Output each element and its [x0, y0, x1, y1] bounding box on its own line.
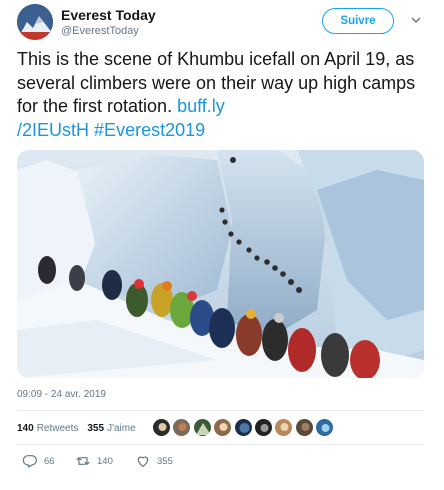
retweets-stat[interactable]: 140 Retweets — [17, 423, 78, 434]
retweets-label: Retweets — [36, 422, 79, 434]
liker-avatar[interactable] — [294, 418, 314, 437]
tweet-link-part2[interactable]: /2IEUstH — [17, 120, 89, 140]
liker-avatar[interactable] — [253, 418, 273, 437]
author-handle[interactable]: @EverestToday — [61, 25, 139, 37]
retweet-icon — [76, 457, 90, 465]
reply-icon — [22, 455, 37, 468]
liker-avatar[interactable] — [274, 418, 294, 437]
tweet-link-part1[interactable]: buff.ly — [177, 96, 225, 116]
reply-count: 66 — [44, 455, 55, 467]
likes-label: J'aime — [107, 422, 136, 434]
liker-avatar[interactable] — [192, 418, 212, 437]
author-display-name[interactable]: Everest Today — [61, 7, 156, 23]
tweet-text: This is the scene of Khumbu icefall on A… — [17, 48, 431, 142]
like-count: 355 — [157, 455, 173, 467]
divider — [17, 410, 424, 411]
like-button[interactable]: 355 — [135, 453, 173, 469]
tweet-photo[interactable] — [17, 150, 424, 378]
retweet-count: 140 — [97, 455, 113, 467]
retweet-button[interactable]: 140 — [75, 453, 113, 469]
liker-avatar[interactable] — [315, 418, 335, 437]
heart-icon — [137, 456, 149, 467]
likes-count: 355 — [87, 422, 105, 434]
reply-button[interactable]: 66 — [22, 453, 55, 469]
liker-avatar[interactable] — [152, 418, 171, 437]
divider — [17, 444, 424, 445]
tweet-stats: 140 Retweets 355 J'aime — [17, 417, 145, 439]
chevron-down-icon[interactable] — [409, 13, 423, 27]
liker-avatar[interactable] — [213, 418, 233, 437]
avatar[interactable] — [17, 4, 53, 40]
liker-avatar[interactable] — [233, 418, 253, 437]
likes-stat[interactable]: 355 J'aime — [87, 423, 135, 434]
tweet-timestamp[interactable]: 09:09 - 24 avr. 2019 — [17, 389, 106, 400]
tweet-header: Everest Today @EverestToday Suivre — [17, 4, 429, 40]
liker-avatar[interactable] — [172, 418, 192, 437]
follow-button[interactable]: Suivre — [322, 8, 394, 34]
tweet-hashtag[interactable]: #Everest2019 — [94, 120, 205, 140]
retweets-count: 140 — [17, 422, 34, 434]
likers-avatars — [152, 418, 336, 438]
